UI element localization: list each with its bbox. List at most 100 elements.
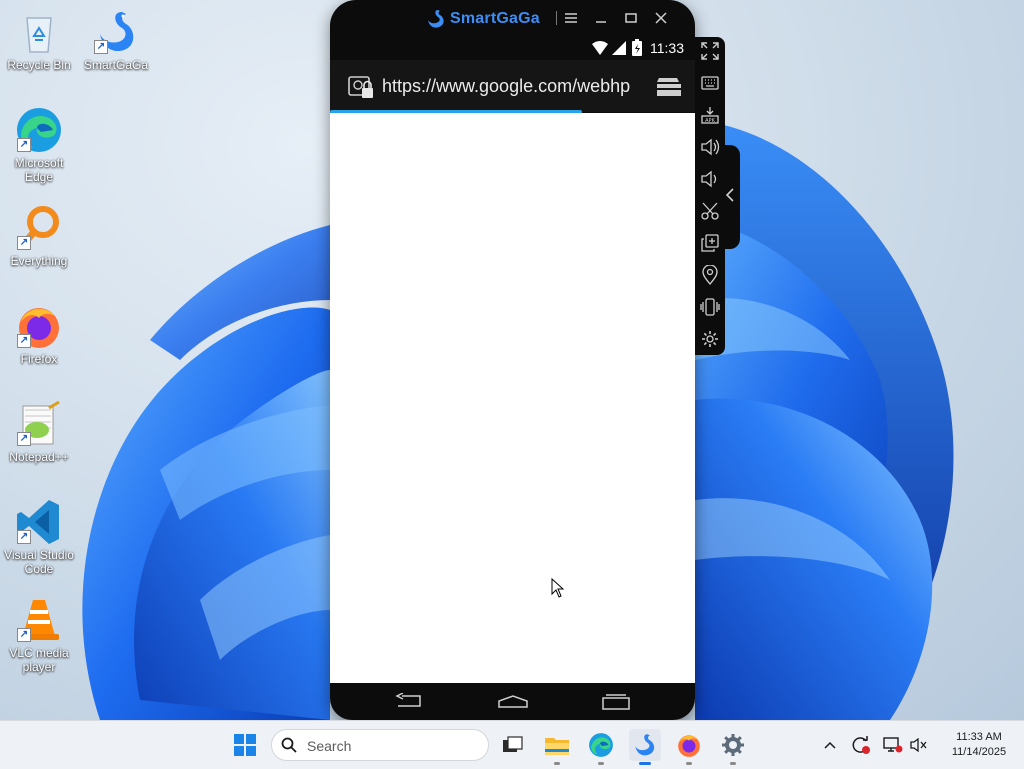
firefox-icon bbox=[678, 735, 700, 757]
fullscreen-icon bbox=[701, 42, 719, 60]
minimize-icon bbox=[596, 21, 606, 23]
desktop-icon-vscode[interactable]: ↗ Visual Studio Code bbox=[1, 498, 77, 576]
minimize-button[interactable] bbox=[588, 6, 614, 30]
emulator-side-toolbar: APK bbox=[695, 37, 725, 355]
install-apk-button[interactable]: APK bbox=[698, 103, 722, 127]
shortcut-arrow-icon: ↗ bbox=[17, 628, 31, 642]
settings-gear-icon bbox=[702, 331, 718, 347]
close-button[interactable] bbox=[648, 6, 674, 30]
smartgaga-icon bbox=[635, 734, 655, 756]
back-icon[interactable] bbox=[394, 693, 424, 709]
firefox-taskbar-button[interactable] bbox=[673, 729, 705, 765]
shortcut-arrow-icon: ↗ bbox=[17, 334, 31, 348]
shake-icon bbox=[700, 298, 720, 316]
firefox-icon: ↗ bbox=[15, 302, 63, 350]
desktop-icon-edge[interactable]: ↗ Microsoft Edge bbox=[1, 106, 77, 184]
running-indicator bbox=[554, 762, 560, 765]
smartgaga-swan-icon: ↗ bbox=[92, 8, 140, 56]
location-icon bbox=[702, 265, 718, 285]
everything-search-icon: ↗ bbox=[15, 204, 63, 252]
edge-taskbar-button[interactable] bbox=[585, 729, 617, 765]
desktop-icon-firefox[interactable]: ↗ Firefox bbox=[1, 302, 77, 366]
keyboard-icon bbox=[701, 76, 719, 90]
android-status-bar: 11:33 bbox=[330, 36, 695, 60]
start-button[interactable] bbox=[229, 729, 261, 761]
recycle-bin-icon bbox=[15, 8, 63, 56]
vscode-icon: ↗ bbox=[15, 498, 63, 546]
volume-button[interactable] bbox=[909, 735, 929, 755]
menu-icon bbox=[565, 13, 577, 23]
menu-button[interactable] bbox=[558, 6, 584, 30]
volume-muted-icon bbox=[910, 737, 927, 753]
show-hidden-icons-button[interactable] bbox=[820, 735, 840, 755]
url-field[interactable]: https://www.google.com/webhp bbox=[382, 76, 638, 97]
settings-button[interactable] bbox=[698, 327, 722, 351]
desktop-icon-everything[interactable]: ↗ Everything bbox=[1, 204, 77, 268]
start-icon bbox=[234, 734, 256, 756]
site-info-icon[interactable] bbox=[348, 74, 374, 100]
volume-up-button[interactable] bbox=[698, 135, 722, 159]
app-logo: SmartGaGa bbox=[426, 8, 540, 30]
desktop-icon-label: Notepad++ bbox=[9, 450, 69, 464]
fullscreen-button[interactable] bbox=[698, 39, 722, 63]
svg-text:APK: APK bbox=[705, 118, 715, 124]
file-explorer-icon bbox=[545, 738, 569, 755]
taskbar-clock[interactable]: 11:33 AM 11/14/2025 bbox=[942, 730, 1016, 760]
app-title: SmartGaGa bbox=[450, 10, 540, 27]
home-icon[interactable] bbox=[498, 695, 528, 709]
mouse-cursor-icon bbox=[551, 578, 565, 598]
android-nav-bar bbox=[330, 683, 695, 720]
running-indicator bbox=[730, 762, 736, 765]
install-apk-icon: APK bbox=[701, 107, 719, 124]
desktop-icon-smartgaga[interactable]: ↗ SmartGaGa bbox=[78, 8, 154, 72]
desktop-icon-vlc[interactable]: ↗ VLC media player bbox=[1, 596, 77, 674]
vlc-icon: ↗ bbox=[15, 596, 63, 644]
taskbar-time: 11:33 AM bbox=[956, 731, 1002, 743]
desktop-icon-label: SmartGaGa bbox=[83, 58, 149, 72]
chevron-left-icon bbox=[726, 188, 734, 202]
screenshot-button[interactable] bbox=[698, 199, 722, 223]
task-view-icon bbox=[503, 736, 523, 752]
volume-down-button[interactable] bbox=[698, 167, 722, 191]
desktop-icon-label: Recycle Bin bbox=[7, 58, 71, 72]
location-button[interactable] bbox=[698, 263, 722, 287]
search-placeholder: Search bbox=[307, 738, 352, 754]
shortcut-arrow-icon: ↗ bbox=[17, 236, 31, 250]
network-icon bbox=[883, 737, 903, 753]
desktop-icon-label: VLC media player bbox=[9, 646, 69, 674]
edge-icon: ↗ bbox=[15, 106, 63, 154]
settings-icon bbox=[722, 734, 744, 756]
file-explorer-button[interactable] bbox=[541, 729, 573, 765]
wifi-icon bbox=[592, 41, 608, 55]
chevron-up-icon bbox=[824, 741, 836, 749]
volume-up-icon bbox=[701, 138, 720, 156]
volume-down-icon bbox=[701, 170, 717, 188]
desktop-icon-notepadpp[interactable]: ↗ Notepad++ bbox=[1, 400, 77, 464]
shake-button[interactable] bbox=[698, 295, 722, 319]
settings-taskbar-button[interactable] bbox=[717, 729, 749, 765]
taskbar-search-box[interactable]: Search bbox=[271, 729, 489, 761]
battery-icon bbox=[632, 39, 642, 56]
recents-icon[interactable] bbox=[602, 694, 630, 710]
desktop-icon-label: Everything bbox=[10, 254, 68, 268]
keyboard-button[interactable] bbox=[698, 71, 722, 95]
smartgaga-taskbar-button[interactable] bbox=[629, 729, 661, 765]
active-indicator bbox=[639, 762, 651, 765]
close-icon bbox=[655, 12, 667, 24]
desktop-icon-label: Visual Studio Code bbox=[4, 548, 74, 576]
web-page-content[interactable] bbox=[330, 113, 695, 683]
sync-alert-icon bbox=[852, 736, 870, 754]
sync-status-button[interactable] bbox=[851, 735, 871, 755]
multi-instance-icon bbox=[701, 234, 719, 252]
desktop-icon-recycle-bin[interactable]: Recycle Bin bbox=[1, 8, 77, 72]
screenshot-scissors-icon bbox=[701, 202, 719, 220]
maximize-button[interactable] bbox=[618, 6, 644, 30]
running-indicator bbox=[686, 762, 692, 765]
network-button[interactable] bbox=[883, 735, 903, 755]
task-view-button[interactable] bbox=[496, 729, 528, 761]
multi-instance-button[interactable] bbox=[698, 231, 722, 255]
browser-address-bar[interactable]: https://www.google.com/webhp bbox=[330, 60, 695, 112]
smartgaga-window[interactable]: SmartGaGa 11:33 https://www.google.com/w… bbox=[330, 0, 695, 720]
window-titlebar[interactable]: SmartGaGa bbox=[330, 0, 695, 36]
tabs-stack-icon[interactable] bbox=[656, 76, 682, 98]
